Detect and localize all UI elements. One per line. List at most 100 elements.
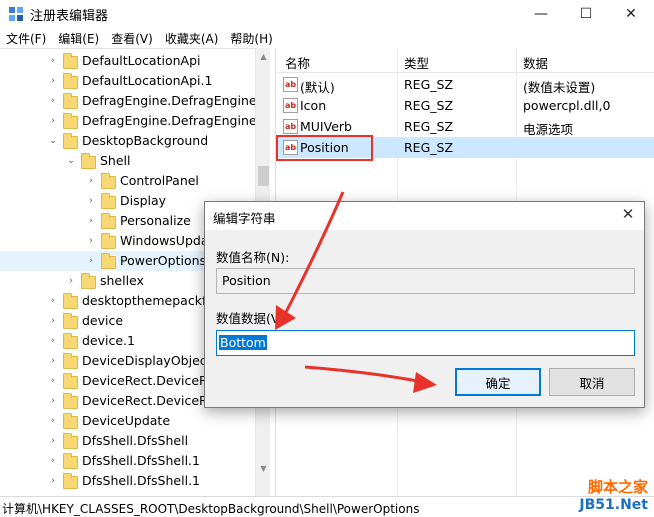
list-row[interactable]: ab MUIVerb REG_SZ 电源选项 <box>277 116 654 137</box>
folder-icon <box>101 193 116 209</box>
tree-item[interactable]: › DfsShell.DfsShell.1 <box>0 471 255 491</box>
tree-item-label: DefaultLocationApi <box>82 53 201 68</box>
chevron-right-icon[interactable]: › <box>48 316 58 326</box>
regedit-app-icon <box>9 7 23 21</box>
chevron-right-icon[interactable]: › <box>48 56 58 66</box>
tree-item-label: DeviceUpdate <box>82 413 171 428</box>
scroll-up-icon[interactable]: ▲ <box>256 48 271 64</box>
tree-item-label: DeviceDisplayObject <box>82 353 212 368</box>
value-data-text: Bottom <box>219 335 267 350</box>
tree-item[interactable]: › DfsShell.DfsShell <box>0 431 255 451</box>
tree-item-label: desktopthemepackfile <box>82 293 221 308</box>
status-bar: 计算机\HKEY_CLASSES_ROOT\DesktopBackground\… <box>0 496 654 517</box>
chevron-right-icon[interactable]: › <box>86 176 96 186</box>
chevron-right-icon[interactable]: › <box>86 216 96 226</box>
chevron-right-icon[interactable]: › <box>86 196 96 206</box>
chevron-right-icon[interactable]: › <box>86 256 96 266</box>
maximize-icon[interactable]: ☐ <box>563 0 609 27</box>
status-path: 计算机\HKEY_CLASSES_ROOT\DesktopBackground\… <box>2 502 420 516</box>
cell-type: REG_SZ <box>404 140 454 155</box>
window-title: 注册表编辑器 <box>30 9 109 24</box>
tree-item-label: Display <box>120 193 167 208</box>
folder-icon <box>81 273 96 289</box>
chevron-right-icon[interactable]: › <box>48 436 58 446</box>
folder-icon <box>63 353 78 369</box>
title-bar: 注册表编辑器 — ☐ ✕ <box>0 0 654 27</box>
minimize-icon[interactable]: — <box>518 0 564 27</box>
menu-edit[interactable]: 编辑(E) <box>52 27 105 48</box>
list-header: 名称 类型 数据 <box>277 48 654 73</box>
tree-item[interactable]: ⌄ DesktopBackground <box>0 131 255 151</box>
folder-icon <box>63 73 78 89</box>
tree-item-label: shellex <box>100 273 144 288</box>
cell-name: MUIVerb <box>300 119 352 134</box>
folder-icon <box>63 333 78 349</box>
chevron-right-icon[interactable]: › <box>48 96 58 106</box>
column-header-data[interactable]: 数据 <box>523 53 548 72</box>
tree-item[interactable]: › DfsShell.DfsShell.1 <box>0 451 255 471</box>
list-row[interactable]: ab Icon REG_SZ powercpl.dll,0 <box>277 95 654 116</box>
chevron-right-icon[interactable]: › <box>48 376 58 386</box>
tree-item-label: ControlPanel <box>120 173 199 188</box>
chevron-right-icon[interactable]: › <box>66 276 76 286</box>
folder-icon <box>63 313 78 329</box>
chevron-right-icon[interactable]: › <box>86 236 96 246</box>
chevron-right-icon[interactable]: › <box>48 296 58 306</box>
cancel-button[interactable]: 取消 <box>549 368 635 396</box>
tree-item[interactable]: › DefragEngine.DefragEngine.1 <box>0 111 268 131</box>
tree-item-label: DfsShell.DfsShell <box>82 433 189 448</box>
cell-type: REG_SZ <box>404 119 454 134</box>
folder-icon <box>63 373 78 389</box>
dialog-body: 数值名称(N): Position 数值数据(V): Bottom 确定 取消 <box>205 230 644 407</box>
menu-view[interactable]: 查看(V) <box>105 27 159 48</box>
tree-item[interactable]: › ControlPanel <box>0 171 255 191</box>
dialog-close-icon[interactable]: ✕ <box>620 205 636 223</box>
cell-name: Icon <box>300 98 327 113</box>
scrollbar-thumb[interactable] <box>258 166 269 186</box>
tree-item[interactable]: › DefaultLocationApi <box>0 51 255 71</box>
folder-icon <box>81 153 96 169</box>
value-data-label: 数值数据(V): <box>216 311 289 326</box>
cell-data: powercpl.dll,0 <box>523 98 611 113</box>
cell-data: 电源选项 <box>523 122 574 137</box>
tree-item[interactable]: ⌄ Shell <box>0 151 255 171</box>
edit-string-dialog: 编辑字符串 ✕ 数值名称(N): Position 数值数据(V): Botto… <box>204 201 645 408</box>
folder-icon <box>63 53 78 69</box>
menu-favorites[interactable]: 收藏夹(A) <box>159 27 225 48</box>
tree-item[interactable]: › DefaultLocationApi.1 <box>0 71 255 91</box>
string-value-icon: ab <box>283 98 298 113</box>
folder-icon <box>63 433 78 449</box>
list-row[interactable]: ab (默认) REG_SZ (数值未设置) <box>277 74 654 95</box>
chevron-right-icon[interactable]: › <box>48 336 58 346</box>
tree-item-label: DfsShell.DfsShell.1 <box>82 473 200 488</box>
chevron-right-icon[interactable]: › <box>48 396 58 406</box>
tree-item-label: DefragEngine.DefragEngine <box>82 93 257 108</box>
chevron-right-icon[interactable]: › <box>48 476 58 486</box>
scroll-down-icon[interactable]: ▼ <box>256 460 271 476</box>
chevron-down-icon[interactable]: ⌄ <box>66 156 76 166</box>
tree-item-label: PowerOptions <box>120 253 207 268</box>
ok-button[interactable]: 确定 <box>455 368 541 396</box>
folder-icon <box>63 453 78 469</box>
value-data-input[interactable]: Bottom <box>216 330 635 356</box>
dialog-title: 编辑字符串 <box>213 211 276 226</box>
chevron-right-icon[interactable]: › <box>48 116 58 126</box>
chevron-right-icon[interactable]: › <box>48 416 58 426</box>
chevron-right-icon[interactable]: › <box>48 356 58 366</box>
menu-file[interactable]: 文件(F) <box>0 27 52 48</box>
chevron-right-icon[interactable]: › <box>48 76 58 86</box>
tree-item-label: DefragEngine.DefragEngine.1 <box>82 113 269 128</box>
tree-item-label: DfsShell.DfsShell.1 <box>82 453 200 468</box>
tree-item[interactable]: › DefragEngine.DefragEngine <box>0 91 257 111</box>
tree-item-label: DefaultLocationApi.1 <box>82 73 213 88</box>
tree-item-label: Personalize <box>120 213 191 228</box>
tree-item[interactable]: › DeviceUpdate <box>0 411 255 431</box>
close-icon[interactable]: ✕ <box>608 0 654 27</box>
column-header-name[interactable]: 名称 <box>285 53 310 72</box>
chevron-down-icon[interactable]: ⌄ <box>48 136 58 146</box>
menu-help[interactable]: 帮助(H) <box>224 27 278 48</box>
tree-item-label: device.1 <box>82 333 135 348</box>
folder-icon <box>63 293 78 309</box>
chevron-right-icon[interactable]: › <box>48 456 58 466</box>
column-header-type[interactable]: 类型 <box>404 53 429 72</box>
